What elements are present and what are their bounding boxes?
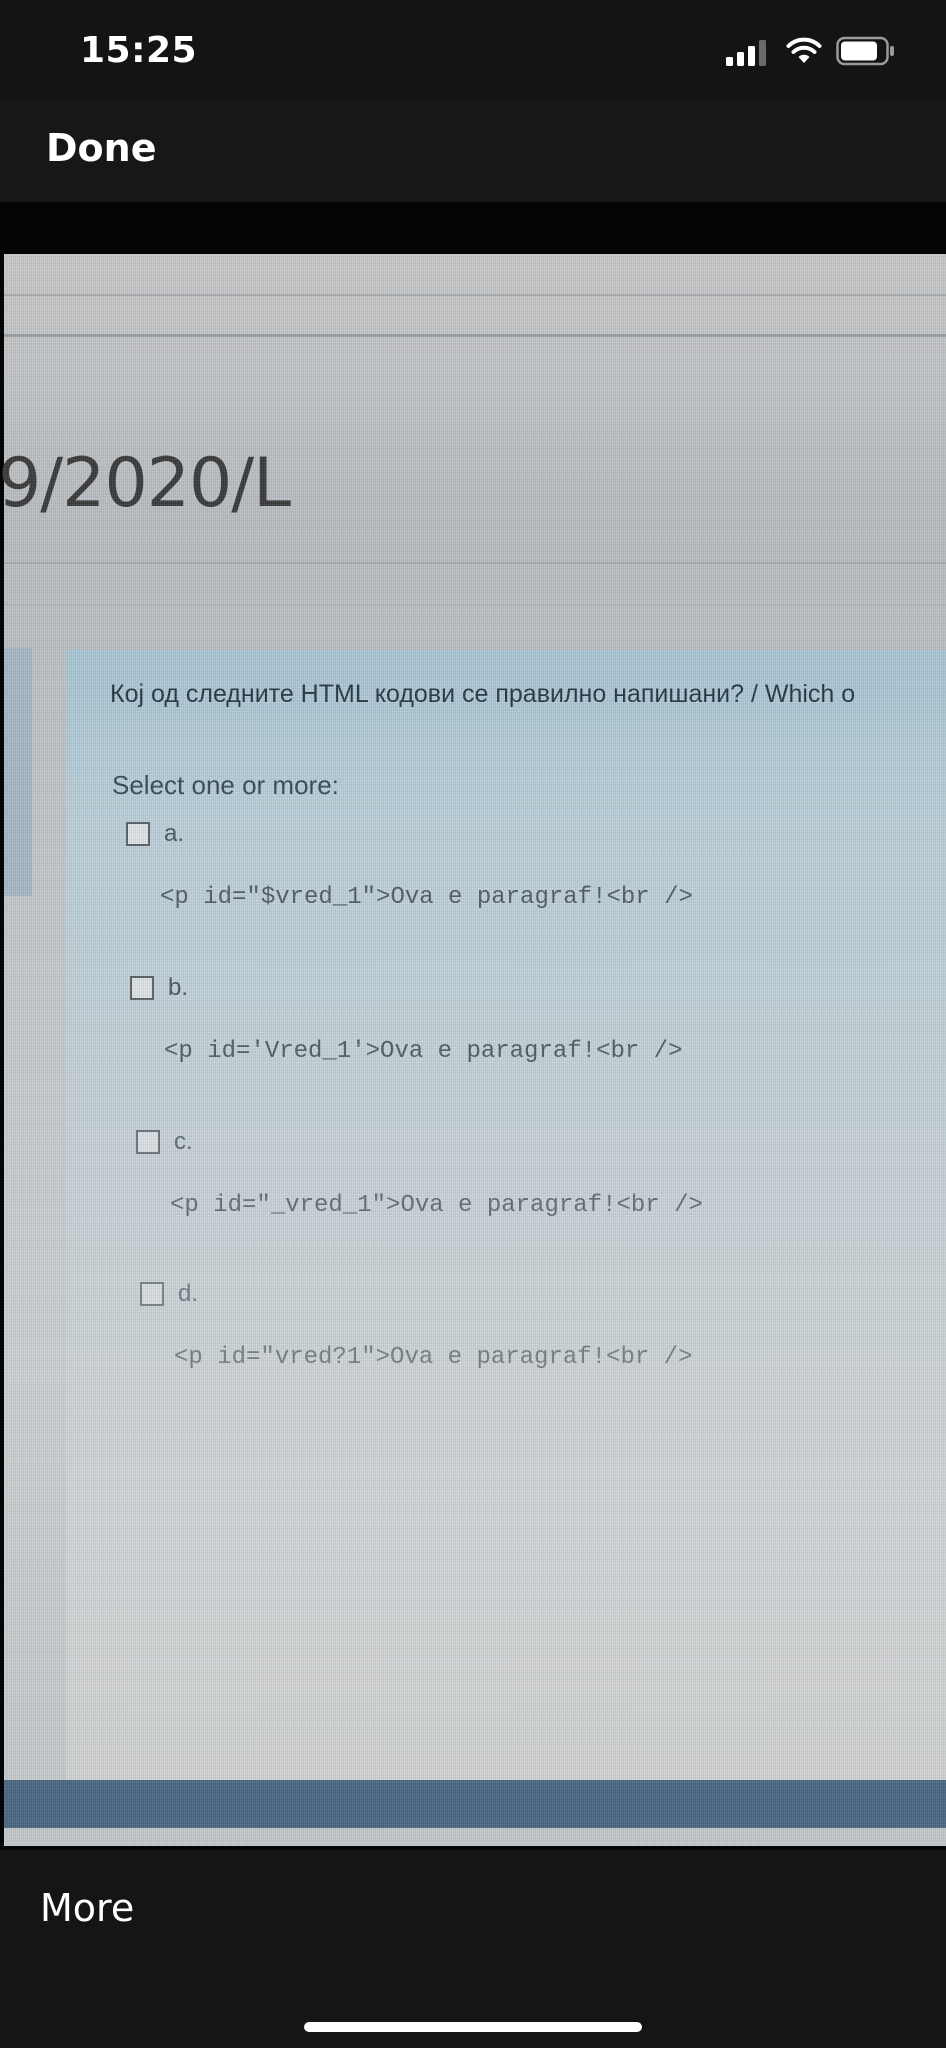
status-time: 15:25 <box>80 30 198 71</box>
option-letter: a. <box>164 820 185 847</box>
photo-viewer-toolbar: More <box>0 1850 946 2048</box>
option-code: <p id="_vred_1">Ova e paragraf!<br /> <box>170 1192 703 1219</box>
course-title: 9/2020/L <box>0 444 291 523</box>
battery-icon <box>836 36 894 66</box>
status-bar: 15:25 <box>0 0 946 100</box>
divider <box>4 562 946 564</box>
checkbox-b[interactable] <box>130 976 154 1000</box>
divider <box>4 294 946 296</box>
photographed-screen: 9/2020/L Кој од следните HTML кодови се … <box>0 254 946 1846</box>
divider <box>4 604 946 606</box>
more-button[interactable]: More <box>40 1886 134 1930</box>
divider <box>4 334 946 337</box>
photo-viewer[interactable]: 9/2020/L Кој од следните HTML кодови се … <box>0 202 946 1850</box>
select-hint: Select one or more: <box>112 770 339 800</box>
checkbox-a[interactable] <box>126 822 150 846</box>
checkbox-d[interactable] <box>140 1282 164 1306</box>
option-code: <p id="$vred_1">Ova e paragraf!<br /> <box>160 884 693 911</box>
checkbox-c[interactable] <box>136 1130 160 1154</box>
question-text: Кој од следните HTML кодови се правилно … <box>110 680 856 708</box>
wifi-icon <box>786 37 822 63</box>
option-letter: d. <box>178 1280 199 1307</box>
option-letter: c. <box>174 1128 193 1155</box>
cellular-signal-icon <box>726 40 766 66</box>
option-code: <p id='Vred_1'>Ova e paragraf!<br /> <box>164 1038 683 1065</box>
question-info-block <box>4 648 32 896</box>
done-button[interactable]: Done <box>46 126 156 170</box>
page-footer-bar <box>4 1780 946 1828</box>
option-code: <p id="vred?1">Ova e paragraf!<br /> <box>174 1344 693 1371</box>
option-letter: b. <box>168 974 189 1001</box>
question-panel: Кој од следните HTML кодови се правилно … <box>66 650 946 1790</box>
home-indicator[interactable] <box>304 2022 642 2032</box>
photo-viewer-nav-bar: Done <box>0 100 946 202</box>
